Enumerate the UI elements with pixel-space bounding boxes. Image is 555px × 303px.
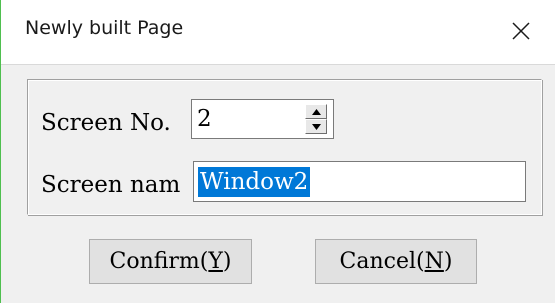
confirm-hotkey: Y — [208, 249, 223, 274]
spin-up-button[interactable] — [305, 104, 327, 119]
title-bar[interactable]: Newly built Page — [1, 0, 555, 64]
close-button[interactable] — [497, 8, 545, 54]
confirm-paren: ) — [222, 249, 232, 274]
new-page-dialog: Newly built Page Screen No. 2 Screen nam… — [0, 0, 555, 303]
close-icon — [512, 22, 530, 40]
screen-no-value[interactable]: 2 — [197, 106, 212, 132]
confirm-button[interactable]: Confirm(Y) — [89, 239, 252, 284]
screen-no-label: Screen No. — [41, 110, 171, 136]
triangle-down-icon — [311, 123, 321, 130]
cancel-button[interactable]: Cancel(N) — [315, 239, 477, 284]
screen-name-selected-text[interactable]: Window2 — [198, 167, 311, 197]
cancel-label: Cancel( — [339, 249, 425, 274]
title-divider — [1, 64, 555, 65]
spin-down-button[interactable] — [305, 119, 327, 134]
cancel-paren: ) — [443, 249, 453, 274]
triangle-up-icon — [311, 108, 321, 115]
screen-name-label: Screen nam — [41, 172, 181, 198]
screen-name-field[interactable]: Window2 — [193, 161, 526, 202]
dialog-title: Newly built Page — [25, 17, 184, 39]
confirm-label: Confirm( — [109, 249, 209, 274]
cancel-hotkey: N — [424, 249, 444, 274]
spin-buttons — [305, 104, 327, 134]
screen-no-stepper[interactable]: 2 — [191, 99, 334, 139]
